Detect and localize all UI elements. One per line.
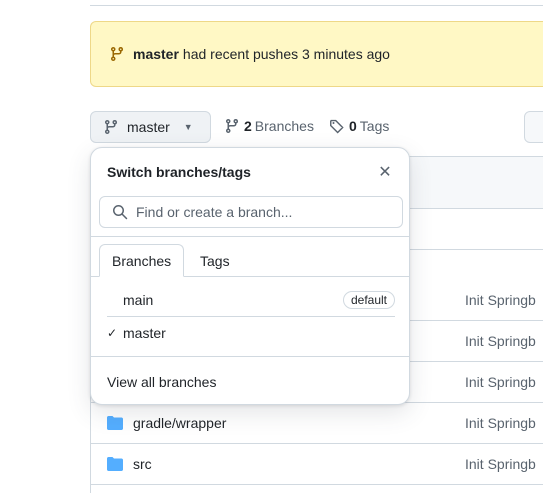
tags-link[interactable]: 0 Tags (329, 118, 389, 134)
branch-item-master[interactable]: ✓ master (107, 317, 395, 349)
tab-tags[interactable]: Tags (188, 244, 242, 277)
check-icon: ✓ (107, 326, 118, 340)
git-branch-icon (226, 118, 238, 134)
divider (91, 356, 409, 357)
git-branch-icon (105, 119, 117, 135)
table-row[interactable]: src Init Springb (91, 444, 543, 485)
folder-icon (107, 457, 123, 471)
branch-name: main (123, 292, 154, 308)
branches-link[interactable]: 2 Branches (224, 118, 314, 134)
divider (91, 236, 409, 237)
default-badge: default (342, 291, 395, 309)
branch-name: master (123, 325, 166, 341)
branches-count: 2 (244, 118, 252, 134)
dropdown-title: Switch branches/tags (107, 164, 251, 180)
banner-branch-name[interactable]: master (133, 46, 179, 62)
branch-select-label: master (127, 119, 170, 135)
commit-message[interactable]: Init Springb (465, 333, 536, 349)
commit-message[interactable]: Init Springb (465, 374, 536, 390)
tags-label: Tags (359, 118, 390, 134)
view-all-branches-link[interactable]: View all branches (107, 374, 216, 390)
commit-message[interactable]: Init Springb (465, 415, 536, 431)
close-icon[interactable]: ✕ (375, 162, 395, 182)
git-branch-icon (111, 46, 123, 62)
branch-search[interactable] (99, 196, 403, 228)
banner-message: had recent pushes 3 minutes ago (182, 46, 390, 62)
folder-icon (107, 416, 123, 430)
tags-count: 0 (349, 118, 357, 134)
branch-select-button[interactable]: master ▼ (90, 111, 211, 143)
branch-search-input[interactable] (136, 204, 396, 220)
go-to-file-button[interactable] (524, 111, 543, 143)
branch-switcher-dropdown: Switch branches/tags ✕ Branches Tags mai… (90, 147, 410, 405)
top-divider (90, 0, 543, 6)
branches-label: Branches (254, 118, 314, 134)
table-row[interactable]: gradle/wrapper Init Springb (91, 403, 543, 444)
tag-icon (330, 119, 344, 134)
search-icon (113, 205, 128, 220)
file-name[interactable]: src (133, 456, 152, 472)
branch-tag-tabs: Branches Tags (99, 244, 403, 277)
commit-message[interactable]: Init Springb (465, 292, 536, 308)
tab-branches[interactable]: Branches (99, 244, 185, 277)
caret-down-icon: ▼ (183, 122, 193, 132)
commit-message[interactable]: Init Springb (465, 456, 536, 472)
file-name[interactable]: gradle/wrapper (133, 415, 226, 431)
recent-push-banner: master had recent pushes 3 minutes ago (90, 21, 543, 87)
branch-item-main[interactable]: main default (107, 284, 395, 316)
